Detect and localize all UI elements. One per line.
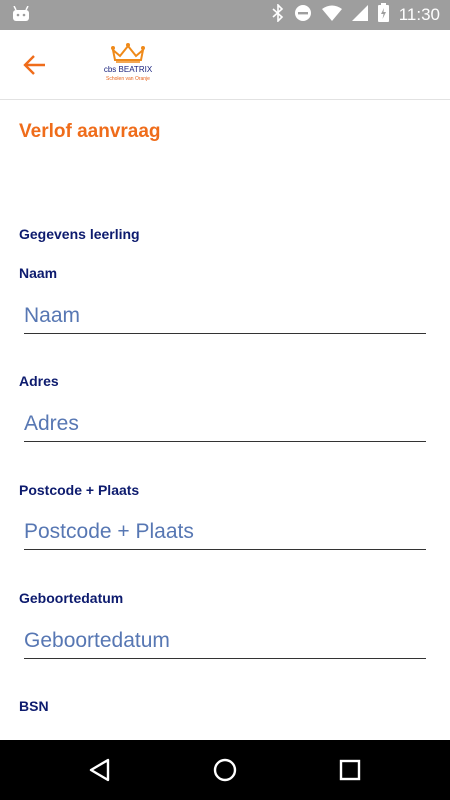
android-icon — [12, 5, 30, 27]
section-title: Gegevens leerling — [19, 226, 140, 242]
address-input[interactable] — [24, 406, 426, 442]
battery-charging-icon — [377, 3, 389, 27]
bsn-label: BSN — [19, 698, 49, 714]
navigation-bar — [0, 740, 450, 800]
logo-name: cbs BEATRIX — [103, 65, 153, 74]
signal-icon — [351, 4, 368, 26]
nav-back-button[interactable] — [84, 754, 116, 786]
back-button[interactable] — [18, 50, 52, 80]
clock: 11:30 — [398, 5, 440, 24]
name-label: Naam — [19, 265, 58, 281]
crown-icon — [111, 43, 145, 63]
status-bar: 11:30 — [0, 0, 450, 30]
back-triangle-icon — [89, 758, 110, 782]
birthdate-input[interactable] — [24, 623, 426, 659]
arrow-left-icon — [23, 55, 45, 75]
nav-recents-button[interactable] — [334, 754, 366, 786]
postcode-city-input[interactable] — [24, 514, 426, 550]
app-bar: cbs BEATRIX Scholen van Oranje — [0, 30, 450, 100]
birthdate-label: Geboortedatum — [19, 590, 124, 606]
wifi-icon — [321, 5, 342, 26]
name-input[interactable] — [24, 298, 426, 334]
school-logo: cbs BEATRIX Scholen van Oranje — [98, 43, 158, 89]
logo-tagline: Scholen van Oranje — [106, 76, 150, 82]
bluetooth-icon — [272, 2, 284, 27]
address-label: Adres — [19, 373, 59, 389]
do-not-disturb-icon — [294, 4, 312, 27]
home-circle-icon — [213, 758, 237, 782]
nav-home-button[interactable] — [209, 754, 241, 786]
postcode-city-label: Postcode + Plaats — [19, 482, 140, 498]
recents-square-icon — [339, 759, 361, 781]
page-title: Verlof aanvraag — [19, 121, 161, 142]
